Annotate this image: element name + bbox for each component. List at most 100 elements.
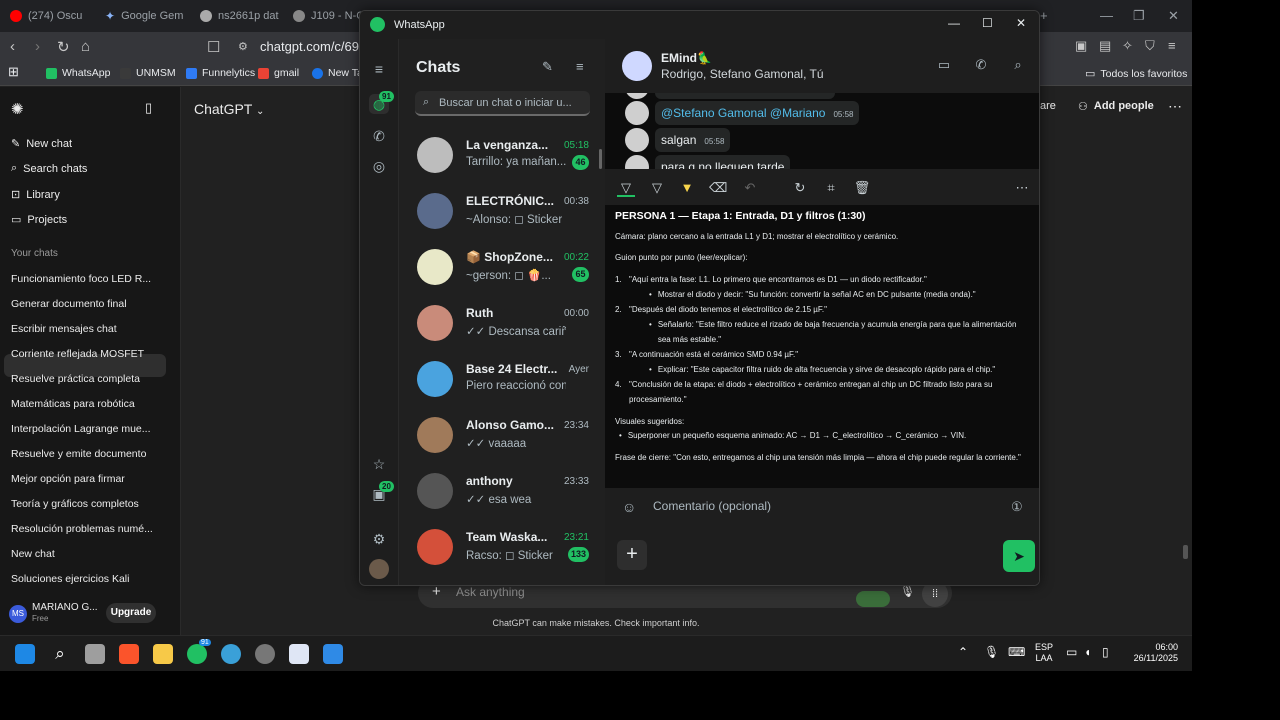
browser-tab[interactable]: J109 - N-Ch — [283, 4, 370, 28]
browser-tab[interactable]: (274) Oscu — [0, 4, 82, 28]
profile-avatar[interactable] — [369, 559, 389, 579]
video-call-icon[interactable]: ▭ — [935, 57, 953, 75]
crop-icon[interactable]: ⌗ — [822, 179, 840, 197]
undo-icon[interactable]: ↶ — [741, 179, 759, 197]
menu-icon[interactable]: ≡ — [369, 59, 389, 79]
microphone-icon[interactable]: 🎙 — [900, 584, 915, 598]
tool-badge[interactable] — [856, 591, 890, 607]
sidebar-chat-item[interactable]: Mejor opción para firmar — [11, 473, 125, 485]
search-input[interactable]: Buscar un chat o iniciar u... — [415, 91, 590, 116]
chat-list-item[interactable]: 📦 ShopZone... 00:22 ~gerson: ◻ 🍿... 65 — [399, 243, 606, 299]
chat-list-item[interactable]: ELECTRÓNIC... 00:38 ~Alonso: ◻ Sticker — [399, 187, 606, 243]
sidebar-chat-item[interactable]: Teoría y gráficos completos — [11, 498, 139, 510]
maximize-icon[interactable]: ☐ — [982, 16, 993, 30]
rotate-icon[interactable]: ↻ — [791, 179, 809, 197]
network-icon[interactable]: ▭ — [1066, 645, 1077, 659]
back-icon[interactable]: ‹ — [10, 38, 15, 55]
marker-icon[interactable]: ▽ — [648, 179, 666, 197]
delete-icon[interactable]: 🗑 — [853, 179, 871, 197]
message-text[interactable]: @Stefano Gamonal @Mariano — [661, 106, 825, 120]
forward-icon[interactable]: › — [35, 38, 40, 55]
chevron-up-icon[interactable]: ⌃ — [958, 645, 968, 659]
projects-button[interactable]: ▭ Projects — [11, 213, 67, 227]
clock[interactable]: 06:00 26/11/2025 — [1122, 642, 1178, 664]
new-tab-icon[interactable]: + — [1040, 8, 1048, 23]
eraser-icon[interactable]: ⌫ — [709, 179, 727, 197]
search-chats-button[interactable]: ⌕ Search chats — [11, 162, 87, 175]
chat-list-item[interactable]: La venganza... 05:18 Tarrillo: ya mañan...… — [399, 131, 606, 187]
apps-icon[interactable]: ⊞ — [8, 64, 19, 80]
minimize-icon[interactable]: — — [1100, 8, 1113, 23]
task-view-icon[interactable] — [85, 644, 105, 664]
new-chat-icon[interactable]: ✎ — [542, 59, 553, 75]
file-explorer-icon[interactable] — [153, 644, 173, 664]
highlighter-icon[interactable]: ▼ — [678, 179, 696, 197]
comment-input[interactable]: Comentario (opcional) — [653, 499, 771, 513]
emoji-icon[interactable]: ☺ — [622, 499, 636, 515]
user-account-row[interactable]: MS MARIANO G... Free Upgrade — [0, 599, 180, 635]
sidebar-chat-item[interactable]: Funcionamiento foco LED R... — [11, 273, 151, 285]
sidebar-chat-item[interactable]: Matemáticas para robótica — [11, 398, 135, 410]
chat-list-item[interactable]: Base 24 Electr... Ayer Piero reaccionó con… — [399, 355, 606, 411]
sidebar-chat-item[interactable]: Resuelve práctica completa — [11, 373, 140, 385]
chat-list-item[interactable]: Alonso Gamo... 23:34 ✓✓ vaaaaa — [399, 411, 606, 467]
ai-icon[interactable]: ✧ — [1122, 38, 1133, 54]
volume-icon[interactable]: ◖ — [1084, 645, 1091, 659]
message-bubble[interactable]: salgan 05:58 — [655, 128, 731, 152]
edge-icon[interactable] — [221, 644, 241, 664]
sidebar-chat-item[interactable]: Resolución problemas numé... — [11, 523, 153, 535]
bookmark-newtal[interactable]: New Tal — [312, 67, 365, 79]
more-options-icon[interactable]: ⋯ — [1168, 98, 1182, 115]
new-chat-button[interactable]: ✎ New chat — [11, 137, 72, 151]
sidebar-chat-item[interactable]: Generar documento final — [11, 298, 127, 310]
scrollbar[interactable] — [1183, 545, 1188, 559]
conversation-header[interactable]: EMind🦜 Rodrigo, Stefano Gamonal, Tú ▭ ✆ … — [605, 39, 1039, 93]
bookmark-funnelytics[interactable]: Funnelytics — [186, 67, 255, 79]
chrome-icon[interactable] — [255, 644, 275, 664]
message-bubble[interactable] — [655, 93, 835, 99]
reload-icon[interactable]: ↻ — [57, 38, 70, 56]
filter-icon[interactable]: ≡ — [576, 59, 584, 74]
chat-list-item[interactable]: anthony 23:33 ✓✓ esa wea — [399, 467, 606, 523]
microphone-icon[interactable]: 🎙 — [984, 645, 999, 659]
add-media-button[interactable]: + — [617, 540, 647, 570]
bookmark-icon[interactable]: ☐ — [207, 38, 220, 56]
shield-icon[interactable]: ⛉ — [1145, 38, 1155, 54]
wallet-icon[interactable]: ▤ — [1099, 38, 1111, 54]
close-icon[interactable]: ✕ — [1168, 8, 1179, 24]
chat-list-item[interactable]: Ruth 00:00 ✓✓ Descansa cariño — [399, 299, 606, 355]
sidebar-chat-item[interactable]: Escribir mensajes chat — [11, 323, 117, 335]
browser-tab[interactable]: ns2661p dat — [190, 4, 279, 28]
whatsapp-icon[interactable] — [187, 644, 207, 664]
pen-icon[interactable]: ▽ — [617, 179, 635, 197]
message-bubble[interactable]: para q no lleguen tarde — [655, 155, 791, 169]
language-indicator[interactable]: ESP LAA — [1035, 642, 1053, 664]
restore-icon[interactable]: ❐ — [1133, 8, 1145, 24]
voice-call-icon[interactable]: ✆ — [972, 57, 990, 75]
message-bubble[interactable]: @Stefano Gamonal @Mariano 05:58 — [655, 101, 860, 125]
battery-icon[interactable]: ▯ — [1102, 645, 1109, 659]
chat-list-item[interactable]: Team Waska... 23:21 Racso: ◻ Sticker 133 — [399, 523, 606, 579]
library-button[interactable]: ⊡ Library — [11, 188, 60, 202]
home-icon[interactable]: ⌂ — [81, 38, 90, 55]
view-once-icon[interactable]: ① — [1011, 499, 1023, 515]
add-people-button[interactable]: ⚇ Add people — [1078, 100, 1154, 113]
more-options-icon[interactable]: ⋯ — [1013, 179, 1031, 197]
share-button[interactable]: are — [1040, 100, 1056, 112]
settings-icon[interactable]: ⚙ — [369, 529, 389, 549]
app-icon[interactable] — [289, 644, 309, 664]
model-selector[interactable]: ChatGPT ⌄ — [194, 101, 264, 117]
search-icon[interactable]: ⌕ — [50, 644, 70, 664]
search-icon[interactable]: ⌕ — [1009, 57, 1027, 75]
sidebar-icon[interactable]: ▣ — [1075, 38, 1087, 54]
bookmark-unmsm[interactable]: UNMSM — [120, 67, 176, 79]
brave-icon[interactable] — [119, 644, 139, 664]
sidebar-chat-item[interactable]: Corriente reflejada MOSFET — [11, 348, 144, 360]
group-avatar[interactable] — [622, 51, 652, 81]
sidebar-chat-item[interactable]: Soluciones ejercicios Kali — [11, 573, 129, 585]
app-icon[interactable] — [323, 644, 343, 664]
menu-icon[interactable]: ≡ — [1168, 38, 1176, 53]
starred-icon[interactable]: ☆ — [369, 454, 389, 474]
status-icon[interactable]: ◎ — [369, 156, 389, 176]
sidebar-chat-item[interactable]: Resuelve y emite documento — [11, 448, 146, 460]
